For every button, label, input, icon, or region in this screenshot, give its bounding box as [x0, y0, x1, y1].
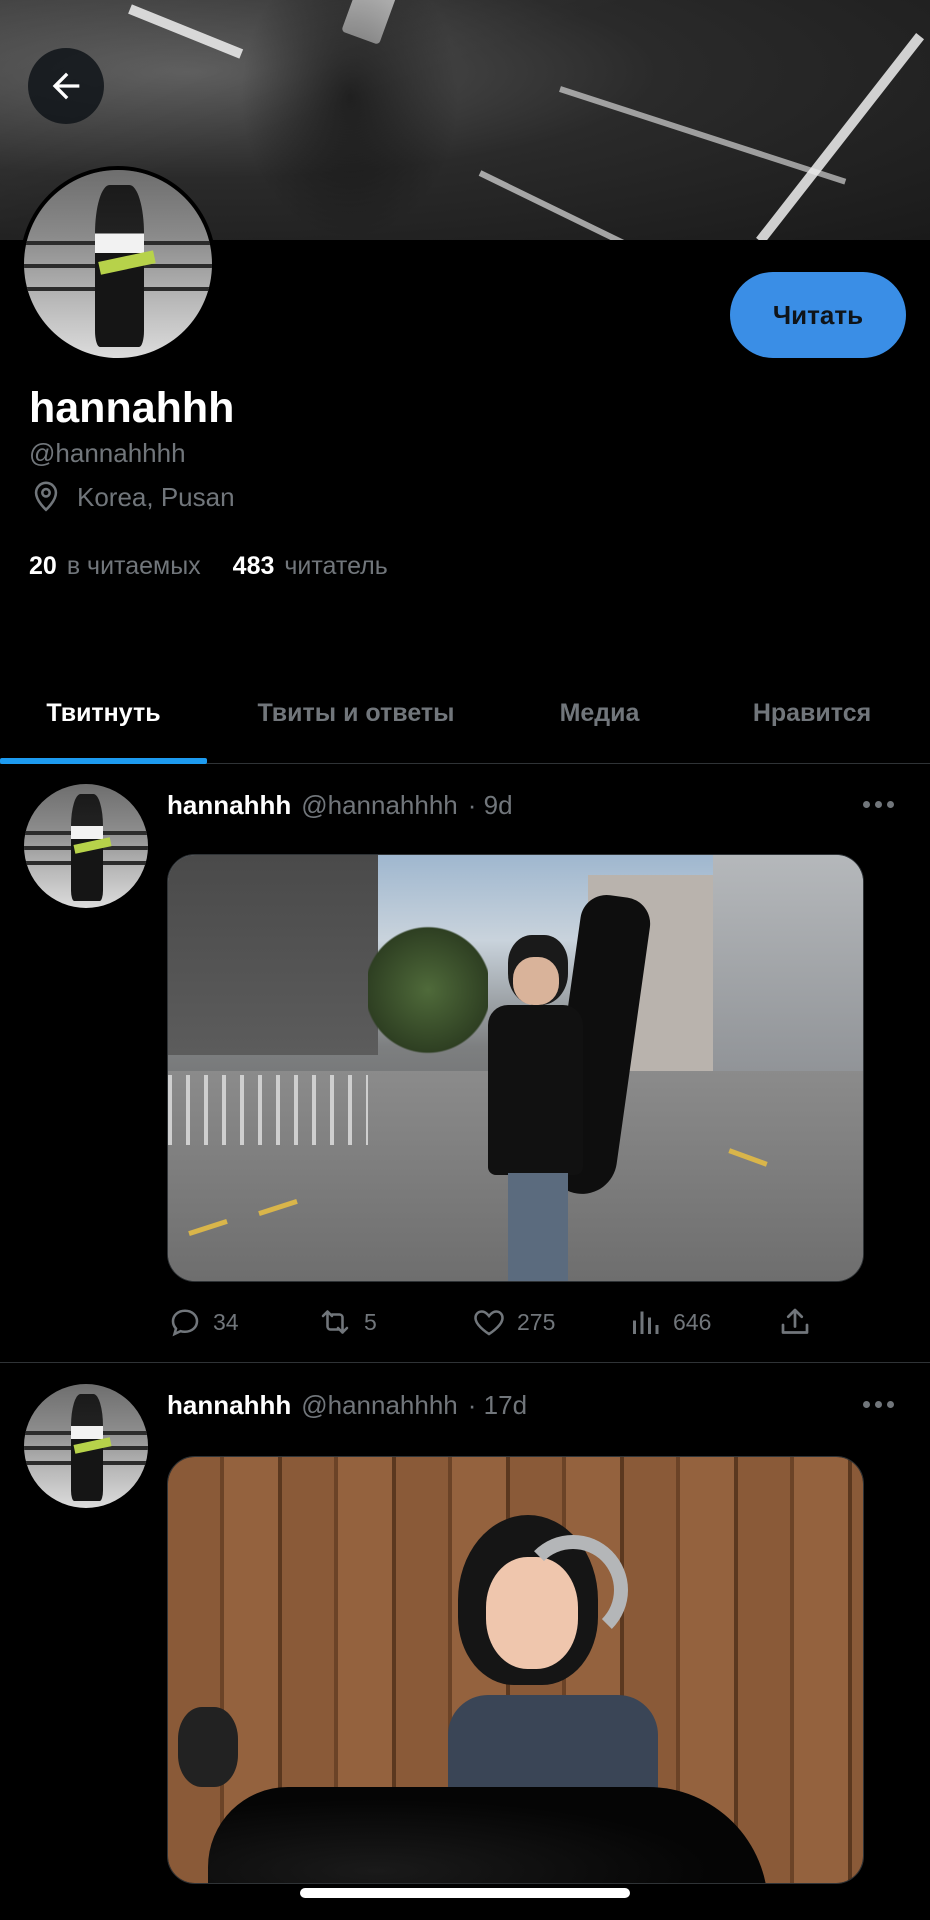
retweet-button[interactable]: 5 — [316, 1304, 471, 1340]
share-button[interactable] — [777, 1304, 817, 1340]
profile-tabs: Твитнуть Твиты и ответы Медиа Нравится — [0, 664, 930, 764]
following-stat[interactable]: 20 в читаемых — [29, 552, 201, 581]
profile-screen: Читать hannahhh @hannahhhh Korea, Pusan … — [0, 0, 930, 1920]
like-count: 275 — [517, 1308, 556, 1335]
location-text: Korea, Pusan — [77, 481, 235, 512]
tweet-avatar[interactable] — [24, 784, 148, 908]
followers-label: читатель — [284, 552, 388, 580]
arrow-left-icon — [52, 72, 80, 100]
views-button[interactable]: 646 — [627, 1304, 777, 1340]
tweet-header: hannahhh @hannahhhh · 17d — [167, 1390, 527, 1421]
profile-name: hannahhh — [29, 384, 235, 432]
views-chart-icon — [633, 1311, 659, 1334]
tweet-media-image[interactable] — [167, 1456, 864, 1884]
reply-count: 34 — [213, 1308, 239, 1335]
home-indicator — [300, 1888, 630, 1898]
heart-icon — [474, 1310, 504, 1336]
tweet-time: · 17d — [467, 1390, 528, 1420]
tweet-header: hannahhh @hannahhhh · 9d — [167, 790, 513, 821]
profile-stats: 20 в читаемых 483 читатель — [29, 552, 388, 581]
profile-avatar[interactable] — [20, 166, 216, 362]
tweet-item[interactable]: hannahhh @hannahhhh · 9d 34 5 275 646 — [0, 780, 930, 1362]
tab-likes[interactable]: Нравится — [694, 664, 930, 763]
reply-icon — [171, 1309, 199, 1337]
back-button[interactable] — [28, 48, 104, 124]
followers-stat[interactable]: 483 читатель — [233, 552, 388, 581]
tab-media[interactable]: Медиа — [505, 664, 694, 763]
tweet-actions: 34 5 275 646 — [167, 1302, 817, 1342]
tweet-divider — [0, 1362, 930, 1363]
more-options-icon[interactable] — [858, 794, 898, 814]
tweet-author-name[interactable]: hannahhh — [167, 790, 291, 821]
views-count: 646 — [673, 1308, 712, 1335]
retweet-count: 5 — [364, 1308, 377, 1335]
followers-count: 483 — [232, 552, 275, 580]
tweet-time: · 9d — [467, 790, 513, 820]
tab-tweets[interactable]: Твитнуть — [0, 664, 207, 764]
following-label: в читаемых — [66, 552, 201, 580]
following-count: 20 — [29, 552, 57, 580]
tweet-author-handle: @hannahhhh — [301, 790, 458, 820]
follow-button[interactable]: Читать — [730, 272, 906, 358]
retweet-icon — [321, 1310, 349, 1334]
tweet-avatar[interactable] — [24, 1384, 148, 1508]
more-options-icon[interactable] — [858, 1394, 898, 1414]
profile-handle: @hannahhhh — [29, 438, 186, 468]
tweet-author-name[interactable]: hannahhh — [167, 1390, 291, 1421]
reply-button[interactable]: 34 — [167, 1304, 316, 1340]
tweet-author-handle: @hannahhhh — [301, 1390, 458, 1420]
tab-tweets-replies[interactable]: Твиты и ответы — [207, 664, 505, 763]
tweet-media-image[interactable] — [167, 854, 864, 1282]
share-icon — [781, 1308, 809, 1334]
like-button[interactable]: 275 — [471, 1304, 627, 1340]
tweet-item[interactable]: hannahhh @hannahhhh · 17d — [0, 1384, 930, 1920]
profile-location: Korea, Pusan — [29, 480, 235, 514]
location-pin-icon — [34, 481, 58, 512]
